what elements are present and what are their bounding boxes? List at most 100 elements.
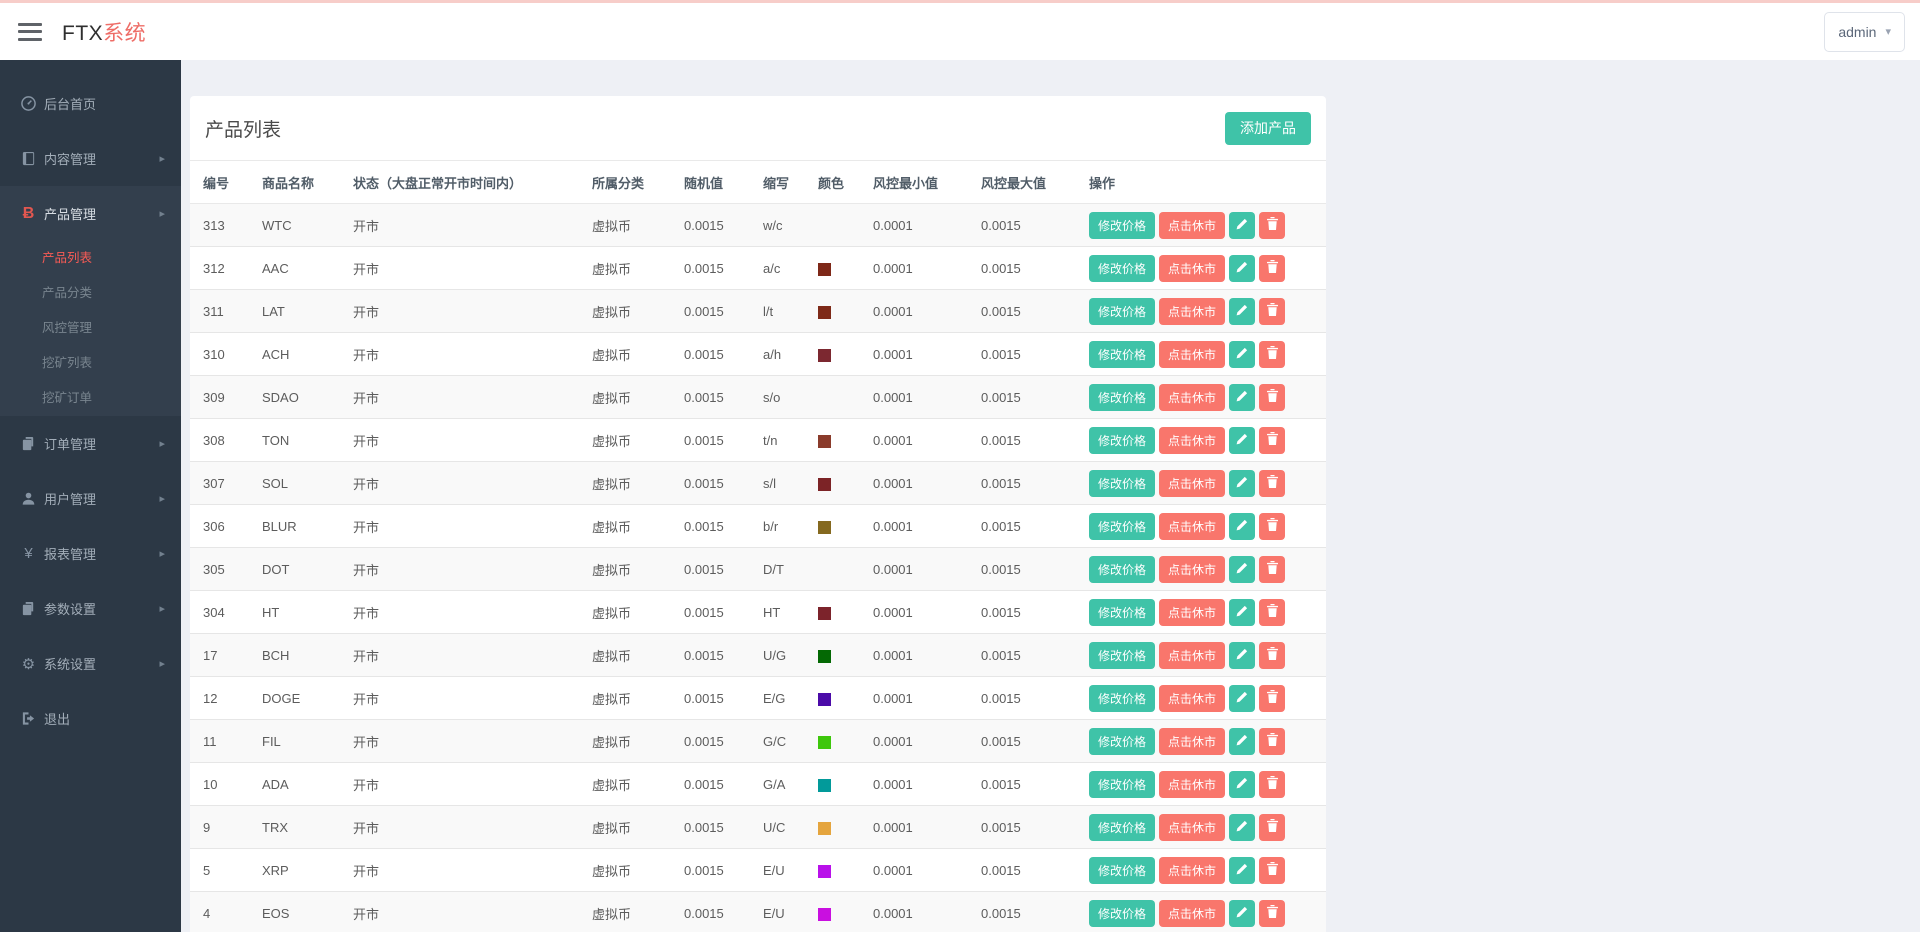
edit-button[interactable] [1229, 212, 1255, 239]
sidebar-subitem[interactable]: 风控管理 [0, 311, 181, 346]
delete-button[interactable] [1259, 642, 1285, 669]
close-market-button[interactable]: 点击休市 [1159, 556, 1225, 583]
sidebar-item-signout[interactable]: 退出 [0, 691, 181, 746]
close-market-button[interactable]: 点击休市 [1159, 427, 1225, 454]
product-name: EOS [262, 892, 353, 932]
close-market-button[interactable]: 点击休市 [1159, 771, 1225, 798]
close-market-button[interactable]: 点击休市 [1159, 470, 1225, 497]
delete-button[interactable] [1259, 470, 1285, 497]
close-market-button[interactable]: 点击休市 [1159, 341, 1225, 368]
modify-price-button[interactable]: 修改价格 [1089, 599, 1155, 626]
edit-button[interactable] [1229, 255, 1255, 282]
delete-button[interactable] [1259, 212, 1285, 239]
delete-button[interactable] [1259, 685, 1285, 712]
modify-price-button[interactable]: 修改价格 [1089, 857, 1155, 884]
close-market-button[interactable]: 点击休市 [1159, 642, 1225, 669]
edit-button[interactable] [1229, 470, 1255, 497]
color-cell [818, 204, 873, 247]
sidebar-item-yen[interactable]: ¥报表管理▸ [0, 526, 181, 581]
logo-accent-text: 系统 [103, 22, 146, 45]
sidebar-item-bitcoin[interactable]: Ƀ产品管理▸ [0, 186, 181, 241]
edit-button[interactable] [1229, 771, 1255, 798]
risk-min-value: 0.0001 [873, 290, 981, 333]
edit-button[interactable] [1229, 685, 1255, 712]
sidebar-item-gears[interactable]: ⚙系统设置▸ [0, 636, 181, 691]
edit-button[interactable] [1229, 728, 1255, 755]
sidebar-subitem[interactable]: 挖矿列表 [0, 346, 181, 381]
close-market-button[interactable]: 点击休市 [1159, 298, 1225, 325]
delete-button[interactable] [1259, 857, 1285, 884]
sidebar-item-dashboard[interactable]: 后台首页 [0, 76, 181, 131]
sidebar-item-book[interactable]: 内容管理▸ [0, 131, 181, 186]
trash-icon [1267, 518, 1278, 534]
edit-button[interactable] [1229, 298, 1255, 325]
sidebar-item-user[interactable]: 用户管理▸ [0, 471, 181, 526]
sidebar-subitem[interactable]: 产品分类 [0, 276, 181, 311]
modify-price-button[interactable]: 修改价格 [1089, 427, 1155, 454]
modify-price-button[interactable]: 修改价格 [1089, 255, 1155, 282]
modify-price-button[interactable]: 修改价格 [1089, 341, 1155, 368]
edit-button[interactable] [1229, 384, 1255, 411]
modify-price-button[interactable]: 修改价格 [1089, 470, 1155, 497]
edit-button[interactable] [1229, 599, 1255, 626]
close-market-button[interactable]: 点击休市 [1159, 900, 1225, 927]
add-product-button[interactable]: 添加产品 [1225, 112, 1311, 145]
column-header: 风控最小值 [873, 161, 981, 204]
trash-icon [1267, 733, 1278, 749]
close-market-button[interactable]: 点击休市 [1159, 685, 1225, 712]
edit-button[interactable] [1229, 900, 1255, 927]
modify-price-button[interactable]: 修改价格 [1089, 212, 1155, 239]
close-market-button[interactable]: 点击休市 [1159, 212, 1225, 239]
modify-price-button[interactable]: 修改价格 [1089, 900, 1155, 927]
edit-button[interactable] [1229, 427, 1255, 454]
delete-button[interactable] [1259, 384, 1285, 411]
close-market-button[interactable]: 点击休市 [1159, 255, 1225, 282]
close-market-button[interactable]: 点击休市 [1159, 857, 1225, 884]
sidebar-item-orders[interactable]: 订单管理▸ [0, 416, 181, 471]
edit-button[interactable] [1229, 814, 1255, 841]
modify-price-button[interactable]: 修改价格 [1089, 298, 1155, 325]
edit-button[interactable] [1229, 341, 1255, 368]
delete-button[interactable] [1259, 556, 1285, 583]
delete-button[interactable] [1259, 427, 1285, 454]
close-market-button[interactable]: 点击休市 [1159, 599, 1225, 626]
edit-button[interactable] [1229, 642, 1255, 669]
modify-price-button[interactable]: 修改价格 [1089, 728, 1155, 755]
sidebar-item-params[interactable]: 参数设置▸ [0, 581, 181, 636]
chevron-right-icon: ▸ [159, 207, 165, 220]
risk-max-value: 0.0015 [981, 419, 1089, 462]
delete-button[interactable] [1259, 341, 1285, 368]
risk-max-value: 0.0015 [981, 376, 1089, 419]
delete-button[interactable] [1259, 900, 1285, 927]
random-value: 0.0015 [684, 591, 763, 634]
table-row: 304HT开市虚拟币0.0015HT0.00010.0015修改价格点击休市 [190, 591, 1326, 634]
color-cell [818, 849, 873, 892]
delete-button[interactable] [1259, 255, 1285, 282]
sidebar-subitem[interactable]: 产品列表 [0, 241, 181, 276]
modify-price-button[interactable]: 修改价格 [1089, 814, 1155, 841]
user-dropdown[interactable]: admin ▾ [1824, 12, 1905, 52]
close-market-button[interactable]: 点击休市 [1159, 814, 1225, 841]
modify-price-button[interactable]: 修改价格 [1089, 384, 1155, 411]
modify-price-button[interactable]: 修改价格 [1089, 685, 1155, 712]
edit-button[interactable] [1229, 556, 1255, 583]
trash-icon [1267, 346, 1278, 362]
close-market-button[interactable]: 点击休市 [1159, 384, 1225, 411]
close-market-button[interactable]: 点击休市 [1159, 513, 1225, 540]
delete-button[interactable] [1259, 298, 1285, 325]
chevron-right-icon: ▸ [159, 492, 165, 505]
modify-price-button[interactable]: 修改价格 [1089, 771, 1155, 798]
modify-price-button[interactable]: 修改价格 [1089, 642, 1155, 669]
delete-button[interactable] [1259, 771, 1285, 798]
modify-price-button[interactable]: 修改价格 [1089, 513, 1155, 540]
menu-toggle-icon[interactable] [18, 23, 42, 41]
delete-button[interactable] [1259, 599, 1285, 626]
edit-button[interactable] [1229, 857, 1255, 884]
close-market-button[interactable]: 点击休市 [1159, 728, 1225, 755]
delete-button[interactable] [1259, 814, 1285, 841]
delete-button[interactable] [1259, 513, 1285, 540]
sidebar-subitem[interactable]: 挖矿订单 [0, 381, 181, 416]
modify-price-button[interactable]: 修改价格 [1089, 556, 1155, 583]
delete-button[interactable] [1259, 728, 1285, 755]
edit-button[interactable] [1229, 513, 1255, 540]
